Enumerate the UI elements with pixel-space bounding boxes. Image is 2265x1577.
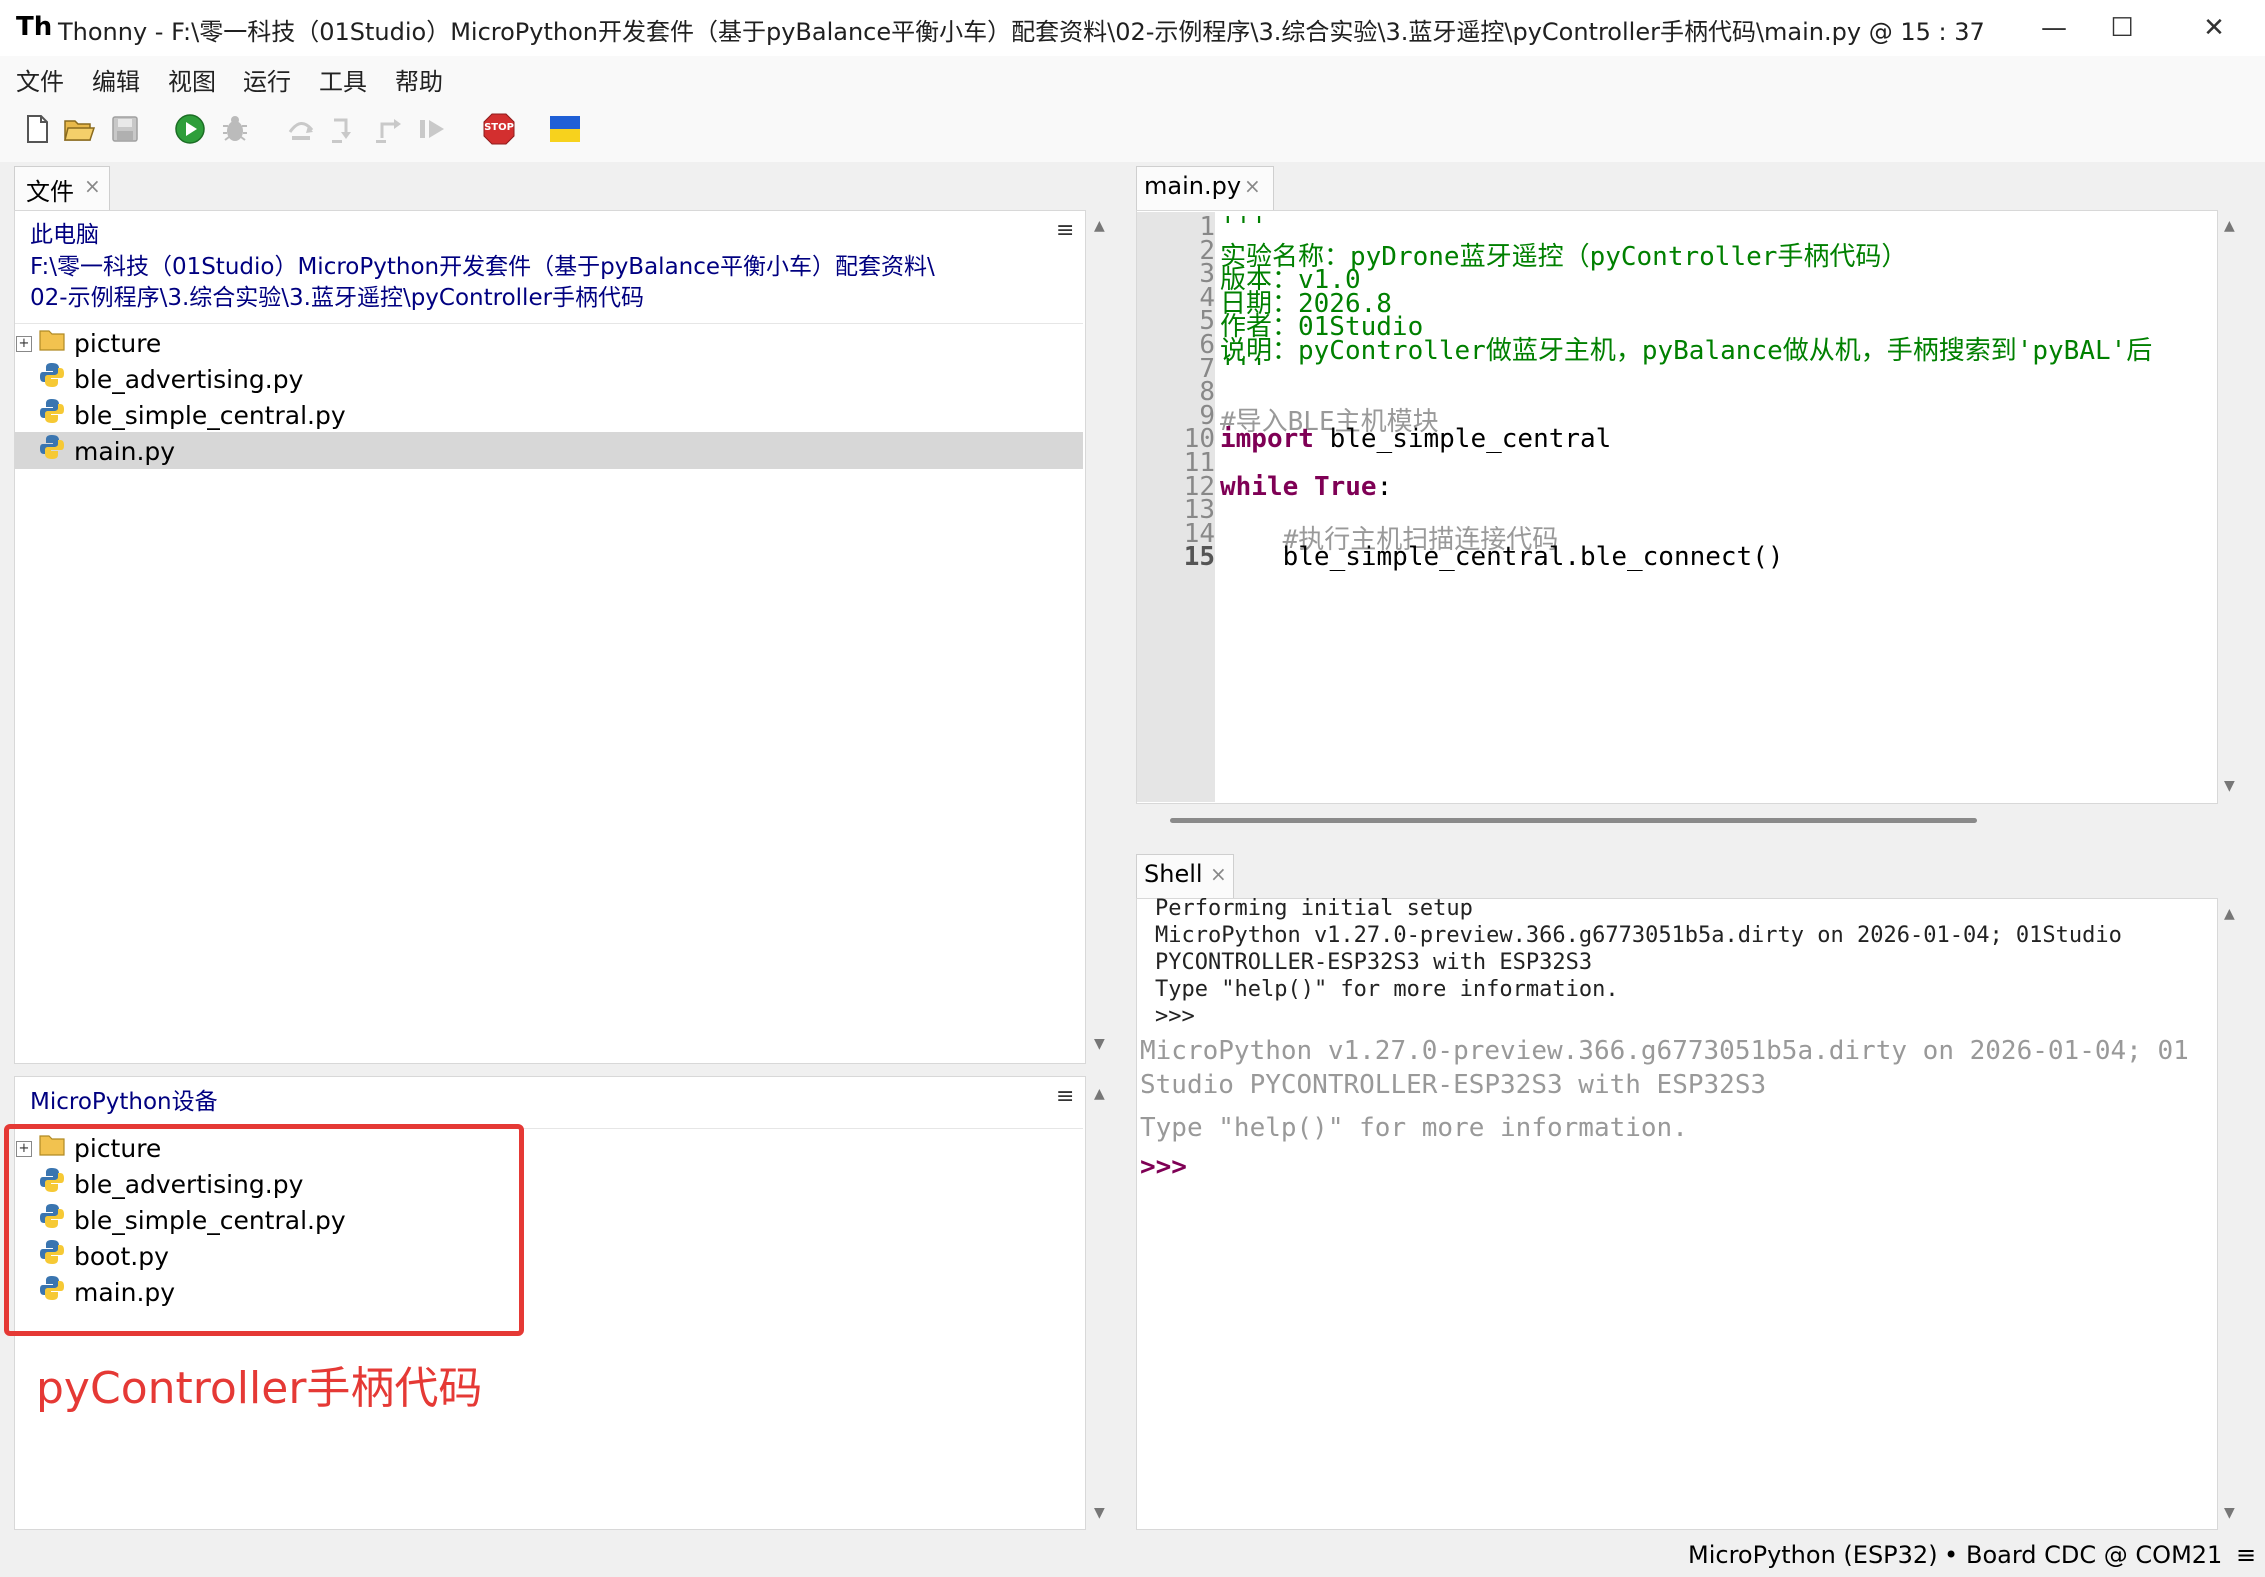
device-pane-menu-icon[interactable]: ≡	[1056, 1084, 1074, 1109]
python-file-icon	[38, 397, 66, 435]
shell-prompt[interactable]: >>>	[1140, 1152, 1187, 1182]
code-token: ble_simple_central	[1313, 424, 1612, 455]
scroll-up-arrow-icon[interactable]: ▲	[1094, 218, 1105, 234]
code-line[interactable]: while True:	[1220, 472, 1392, 502]
shell-output-line: Type "help()" for more information.	[1140, 1113, 1688, 1143]
line-number: 15	[1183, 542, 1215, 573]
open-file-icon[interactable]	[62, 112, 96, 146]
step-out-icon[interactable]	[372, 112, 406, 146]
scroll-down-arrow-icon[interactable]: ▼	[2224, 1505, 2235, 1521]
code-line[interactable]: '''	[1220, 354, 1267, 384]
close-icon[interactable]: ×	[1210, 862, 1227, 886]
folder-icon	[38, 325, 66, 363]
shell-output-line: MicroPython v1.27.0-preview.366.g6773051…	[1140, 1036, 2189, 1066]
close-icon[interactable]: ×	[1244, 174, 1261, 198]
python-file-icon	[38, 433, 66, 471]
ukraine-flag-icon[interactable]	[548, 112, 582, 146]
maximize-button[interactable]: ☐	[2092, 8, 2152, 48]
close-window-button[interactable]: ✕	[2184, 8, 2244, 48]
debug-icon[interactable]	[218, 112, 252, 146]
menu-tools[interactable]: 工具	[319, 62, 367, 97]
code-line[interactable]: import ble_simple_central	[1220, 424, 1611, 454]
scroll-up-arrow-icon[interactable]: ▲	[1094, 1086, 1105, 1102]
scroll-down-arrow-icon[interactable]: ▼	[1094, 1036, 1105, 1052]
shell-history-line: MicroPython v1.27.0-preview.366.g6773051…	[1155, 923, 2122, 948]
device-header-title: MicroPython设备	[30, 1089, 218, 1115]
scroll-up-arrow-icon[interactable]: ▲	[2224, 218, 2235, 234]
menu-edit[interactable]: 编辑	[92, 62, 140, 97]
shell-history-line: Type "help()" for more information.	[1155, 977, 1619, 1002]
status-menu-icon[interactable]: ≡	[2236, 1541, 2256, 1569]
annotation-label: pyController手柄代码	[36, 1363, 483, 1414]
computer-header-title: 此电脑	[30, 222, 99, 248]
computer-files-pane	[14, 210, 1086, 1064]
resume-icon[interactable]	[416, 112, 450, 146]
save-icon[interactable]	[108, 112, 142, 146]
interpreter-status[interactable]: MicroPython (ESP32)	[1688, 1541, 1938, 1569]
code-keyword: True	[1313, 471, 1377, 502]
selected-row-highlight	[15, 432, 1083, 469]
list-item[interactable]: ble_advertising.py	[16, 361, 303, 397]
scroll-down-arrow-icon[interactable]: ▼	[2224, 778, 2235, 794]
shell-output-line: Studio PYCONTROLLER-ESP32S3 with ESP32S3	[1140, 1070, 1767, 1100]
code-token: :	[1376, 471, 1393, 502]
shell-history-line: PYCONTROLLER-ESP32S3 with ESP32S3	[1155, 950, 1593, 975]
status-separator: •	[1944, 1541, 1959, 1569]
computer-path-line-1[interactable]: F:\零一科技（01Studio）MicroPython开发套件（基于pyBal…	[30, 252, 935, 283]
code-line[interactable]: 说明：pyController做蓝牙主机，pyBalance做从机，手柄搜索到'…	[1220, 330, 2152, 367]
list-item[interactable]: + picture	[16, 325, 161, 361]
run-icon[interactable]	[173, 112, 207, 146]
minimize-button[interactable]: —	[2024, 8, 2084, 48]
list-item[interactable]: main.py	[16, 433, 175, 469]
port-status[interactable]: Board CDC @ COM21	[1966, 1541, 2222, 1569]
scroll-up-arrow-icon[interactable]: ▲	[2224, 906, 2235, 922]
menu-help[interactable]: 帮助	[395, 62, 443, 97]
expand-icon[interactable]: +	[16, 336, 32, 352]
list-item[interactable]: ble_simple_central.py	[16, 397, 346, 433]
menu-file[interactable]: 文件	[16, 62, 64, 97]
divider	[15, 323, 1083, 324]
tab-shell-label: Shell	[1144, 860, 1203, 888]
menu-view[interactable]: 视图	[168, 62, 216, 97]
menu-run[interactable]: 运行	[243, 62, 291, 97]
code-keyword: import	[1220, 424, 1314, 455]
computer-pane-menu-icon[interactable]: ≡	[1056, 218, 1074, 243]
stop-icon[interactable]: STOP	[482, 112, 516, 146]
close-icon[interactable]: ×	[84, 174, 101, 198]
tab-main-py-label: main.py	[1144, 172, 1242, 200]
scroll-down-arrow-icon[interactable]: ▼	[1094, 1505, 1105, 1521]
shell-history-line: Performing initial setup	[1155, 896, 1473, 921]
code-line[interactable]: ble_simple_central.ble_connect()	[1220, 542, 1784, 572]
thonny-logo-icon: Th	[16, 12, 53, 42]
computer-path-line-2[interactable]: 02-示例程序\3.综合实验\3.蓝牙遥控\pyController手柄代码	[30, 283, 644, 314]
python-file-icon	[38, 361, 66, 399]
tab-files-label: 文件	[26, 178, 74, 206]
code-keyword: while	[1220, 471, 1299, 502]
stop-label: STOP	[484, 122, 514, 133]
step-over-icon[interactable]	[284, 112, 318, 146]
annotation-highlight-box	[4, 1124, 524, 1336]
new-file-icon[interactable]	[20, 112, 54, 146]
shell-history-line: >>>	[1155, 1004, 1195, 1029]
horizontal-scrollbar[interactable]	[1170, 818, 1977, 823]
step-into-icon[interactable]	[328, 112, 362, 146]
line-numbers: 1 2 3 4 5 6 7 8 9 10 11 12 13 14 15	[1137, 212, 1215, 802]
window-title: Thonny - F:\零一科技（01Studio）MicroPython开发套…	[58, 18, 1985, 46]
